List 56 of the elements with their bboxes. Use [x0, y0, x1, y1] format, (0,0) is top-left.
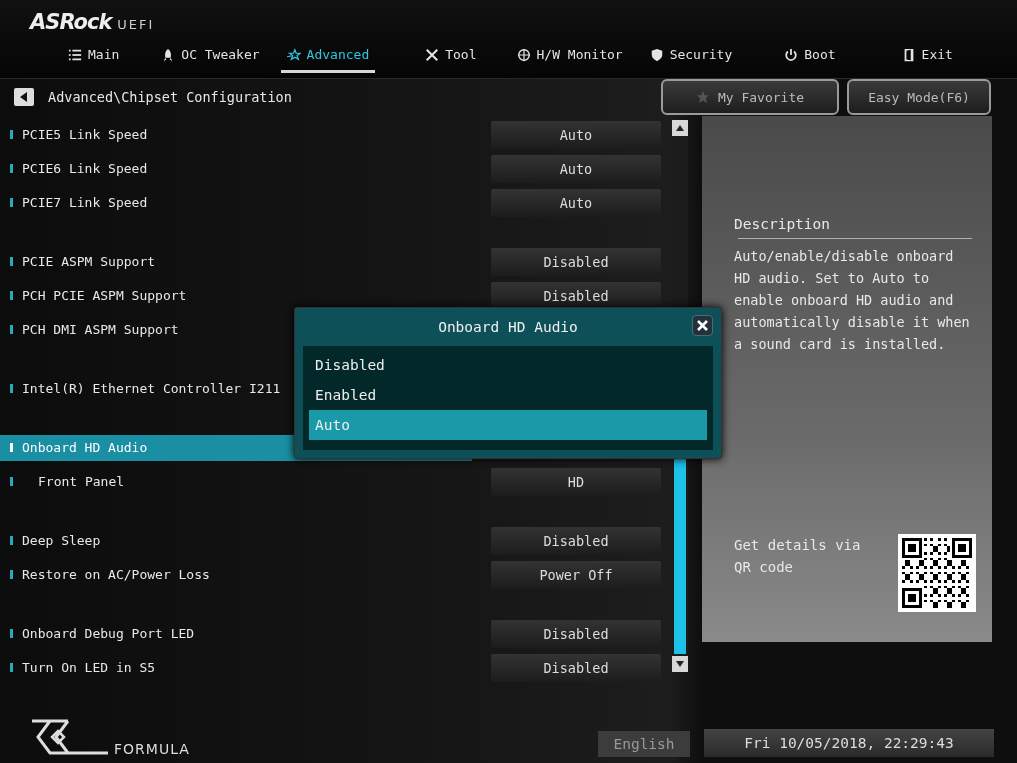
nav-tab[interactable]: Advanced	[280, 43, 376, 73]
tab-icon	[68, 47, 82, 62]
setting-value[interactable]: Auto	[491, 120, 661, 149]
setting-label[interactable]: Restore on AC/Power Loss	[0, 561, 472, 588]
setting-label[interactable]: PCIE ASPM Support	[0, 248, 472, 275]
dialog-option[interactable]: Enabled	[309, 380, 707, 410]
language-button[interactable]: English	[598, 731, 690, 757]
favorite-button[interactable]: My Favorite	[661, 79, 839, 116]
setting-value[interactable]: Disabled	[491, 281, 661, 310]
setting-label[interactable]: PCIE6 Link Speed	[0, 155, 472, 182]
setting-value[interactable]: Auto	[491, 188, 661, 217]
nav-tab[interactable]: Boot	[778, 43, 842, 73]
setting-value[interactable]: Auto	[491, 154, 661, 183]
nav-tab[interactable]: Tool	[419, 43, 483, 73]
setting-label[interactable]: Deep Sleep	[0, 527, 472, 554]
close-icon	[697, 320, 708, 331]
back-arrow-icon	[20, 92, 28, 103]
breadcrumb: Advanced\Chipset Configuration	[48, 89, 292, 106]
formula-logo-text: FORMULA	[114, 741, 190, 757]
back-button[interactable]	[14, 88, 34, 107]
setting-value[interactable]: Disabled	[491, 247, 661, 276]
dialog-option[interactable]: Disabled	[309, 350, 707, 380]
setting-label[interactable]: PCIE7 Link Speed	[0, 189, 472, 216]
description-text: Auto/enable/disable onboard HD audio. Set to Auto to enable onboard HD audio and automatically disable it when a sound card is installed.	[734, 246, 971, 354]
qr-caption: Get details via QR code	[734, 535, 862, 577]
setting-label[interactable]: PCIE5 Link Speed	[0, 121, 472, 148]
tab-icon	[286, 47, 301, 62]
brand-logo: ASRock	[30, 10, 112, 34]
tab-icon	[784, 47, 799, 62]
nav-tab[interactable]: Security	[643, 43, 739, 73]
nav-tab[interactable]: Main	[62, 43, 126, 73]
tab-icon	[425, 47, 440, 62]
scroll-down-icon[interactable]	[676, 660, 684, 667]
date-time: Fri 10/05/2018, 22:29:43	[704, 729, 994, 757]
setting-value[interactable]: Disabled	[491, 653, 661, 682]
description-title: Description	[734, 215, 832, 232]
nav-tab[interactable]: Exit	[895, 43, 959, 73]
logo-suffix: UEFI	[117, 17, 155, 32]
setting-value[interactable]: Disabled	[491, 526, 661, 555]
setting-label[interactable]: Front Panel	[0, 468, 472, 495]
setting-label[interactable]: PCH PCIE ASPM Support	[0, 282, 472, 309]
setting-value[interactable]: Disabled	[491, 619, 661, 648]
setting-value[interactable]: Power Off	[491, 560, 661, 589]
tab-icon	[516, 47, 531, 62]
nav-tab[interactable]: OC Tweaker	[155, 43, 266, 73]
dialog-title: Onboard HD Audio	[438, 319, 578, 335]
qr-code-icon	[898, 533, 976, 612]
scroll-up-icon[interactable]	[676, 124, 684, 131]
setting-value[interactable]: HD	[491, 467, 661, 496]
setting-label[interactable]: Turn On LED in S5	[0, 654, 472, 681]
close-button[interactable]	[692, 315, 713, 336]
tab-icon	[649, 47, 664, 62]
star-icon	[695, 90, 710, 105]
setting-label[interactable]: Onboard Debug Port LED	[0, 620, 472, 647]
nav-tab[interactable]: H/W Monitor	[510, 43, 629, 73]
easy-mode-button[interactable]: Easy Mode(F6)	[847, 79, 991, 116]
